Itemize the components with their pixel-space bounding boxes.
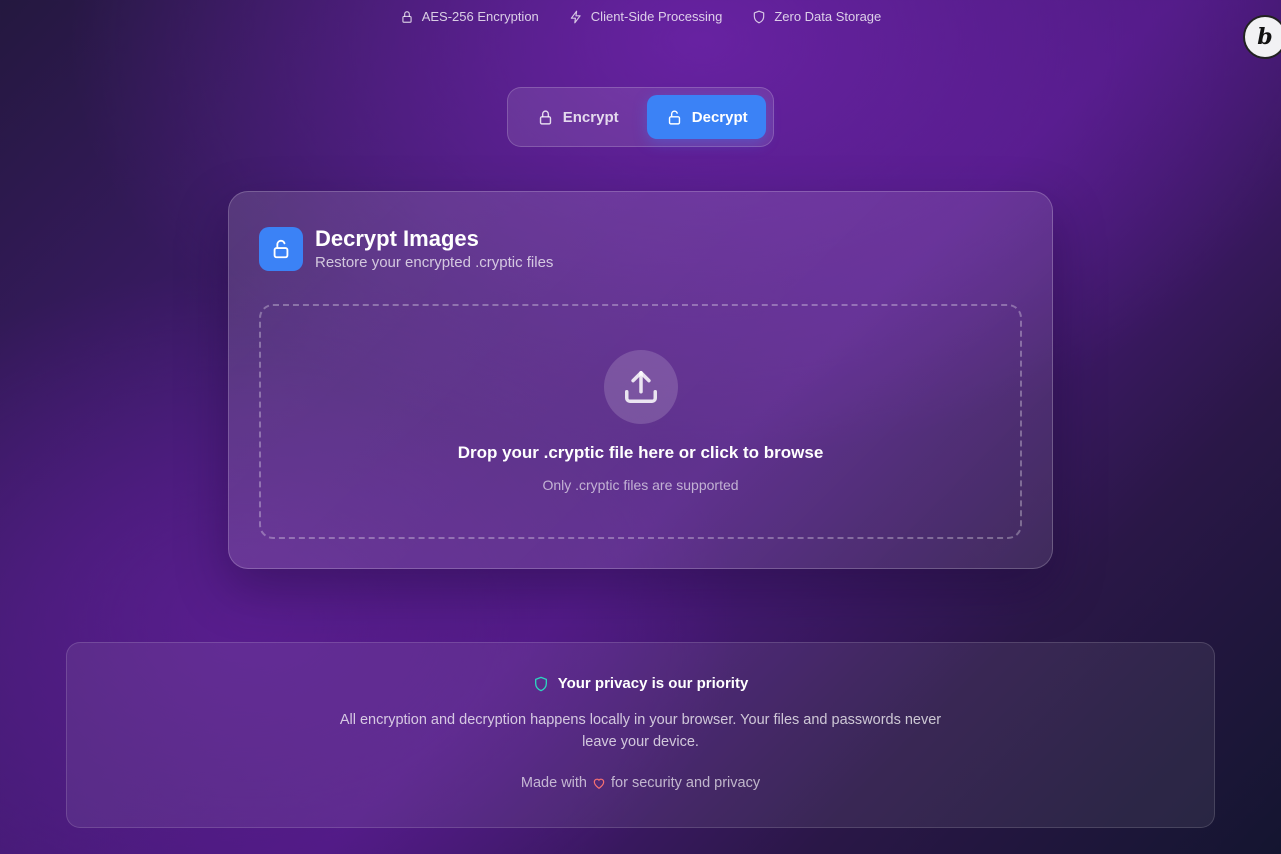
unlock-icon xyxy=(273,239,289,258)
upload-icon-circle xyxy=(603,350,678,424)
feature-encryption: AES-256 Encryption xyxy=(400,9,539,24)
feature-bar: AES-256 Encryption Client-Side Processin… xyxy=(0,9,1281,24)
feature-label: Client-Side Processing xyxy=(590,9,723,24)
made-by-badge[interactable]: b xyxy=(1243,15,1281,59)
lock-icon xyxy=(539,109,551,125)
lock-icon xyxy=(402,10,412,23)
privacy-description: All encryption and decryption happens lo… xyxy=(339,712,942,750)
mode-toggle: Encrypt Decrypt xyxy=(507,87,774,147)
card-icon-box xyxy=(259,226,303,271)
feature-label: Zero Data Storage xyxy=(774,9,882,24)
shield-icon xyxy=(534,676,547,691)
card-heading: Decrypt Images Restore your encrypted .c… xyxy=(315,226,553,271)
file-dropzone[interactable]: Drop your .cryptic file here or click to… xyxy=(259,304,1022,539)
feature-zero-storage: Zero Data Storage xyxy=(752,9,881,24)
decrypt-tab[interactable]: Decrypt xyxy=(647,95,766,139)
privacy-card: Your privacy is our priority All encrypt… xyxy=(66,642,1215,828)
feature-client-side: Client-Side Processing xyxy=(569,9,723,24)
made-with-suffix: for security and privacy xyxy=(611,775,761,791)
card-header: Decrypt Images Restore your encrypted .c… xyxy=(259,226,553,271)
dropzone-title: Drop your .cryptic file here or click to… xyxy=(457,443,824,462)
encrypt-tab-label: Encrypt xyxy=(562,108,619,126)
dropzone-subtitle: Only .cryptic files are supported xyxy=(542,477,739,493)
badge-letter: b xyxy=(1257,24,1273,50)
unlock-icon xyxy=(668,109,680,125)
made-with-prefix: Made with xyxy=(520,775,587,791)
shield-icon xyxy=(754,10,765,23)
made-with-line: Made with for security and privacy xyxy=(521,775,760,791)
card-subtitle: Restore your encrypted .cryptic files xyxy=(315,254,554,271)
heart-icon xyxy=(593,778,605,789)
bolt-icon xyxy=(570,10,581,23)
decrypt-card: Decrypt Images Restore your encrypted .c… xyxy=(228,191,1053,569)
feature-label: AES-256 Encryption xyxy=(421,9,539,24)
privacy-heading-text: Your privacy is our priority xyxy=(557,675,749,692)
upload-icon xyxy=(624,371,657,403)
privacy-heading: Your privacy is our priority xyxy=(533,675,749,692)
encrypt-tab[interactable]: Encrypt xyxy=(515,95,640,139)
card-title: Decrypt Images xyxy=(315,226,479,251)
decrypt-tab-label: Decrypt xyxy=(691,108,748,126)
